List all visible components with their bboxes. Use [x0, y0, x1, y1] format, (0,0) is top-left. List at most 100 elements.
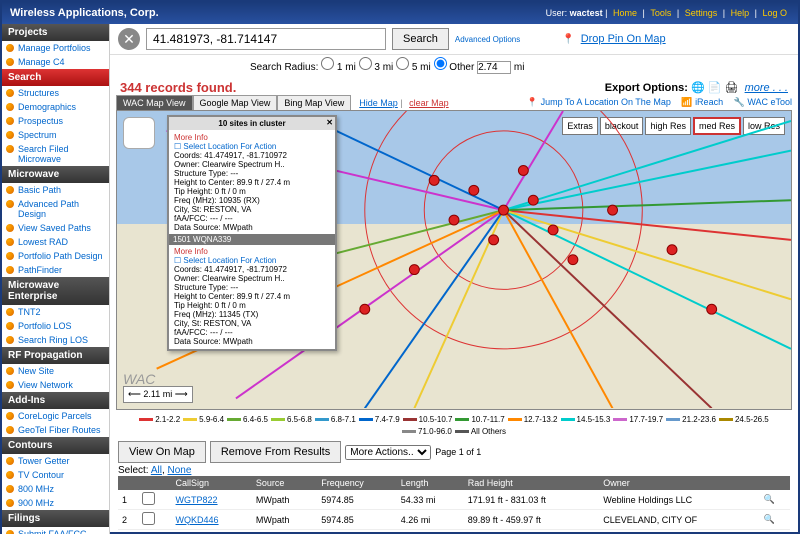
- export-more-link[interactable]: more . . .: [745, 82, 788, 94]
- col-header[interactable]: [118, 476, 138, 490]
- ireach-link[interactable]: 📶 iReach: [681, 97, 723, 107]
- export-icon[interactable]: 🌐: [691, 82, 705, 94]
- records-found: 344 records found.: [120, 80, 236, 95]
- sidebar-item[interactable]: New Site: [2, 364, 109, 378]
- cluster-popup: 10 sites in cluster✕ More Info ☐ Select …: [167, 115, 337, 351]
- sidebar-item[interactable]: View Network: [2, 378, 109, 392]
- radius-option[interactable]: 1 mi: [321, 62, 356, 73]
- sidebar-item[interactable]: CoreLogic Parcels: [2, 409, 109, 423]
- sidebar-item[interactable]: GeoTel Fiber Routes: [2, 423, 109, 437]
- select-none-link[interactable]: None: [168, 465, 192, 476]
- legend-item: 6.5-6.8: [271, 415, 312, 424]
- row-checkbox[interactable]: [142, 492, 155, 505]
- export-icon[interactable]: 📄: [708, 82, 722, 94]
- jump-link[interactable]: 📍 Jump To A Location On The Map: [527, 97, 671, 107]
- more-info-link[interactable]: More Info: [174, 133, 330, 142]
- more-info-link[interactable]: More Info: [174, 247, 330, 256]
- legend-item: 17.7-19.7: [613, 415, 663, 424]
- sidebar-item[interactable]: PathFinder: [2, 263, 109, 277]
- hide-map-link[interactable]: Hide Map: [359, 98, 398, 108]
- drop-pin-link[interactable]: Drop Pin On Map: [581, 33, 666, 45]
- legend-item: 2.1-2.2: [139, 415, 180, 424]
- legend-item: 5.9-6.4: [183, 415, 224, 424]
- sidebar-section-header: Search: [2, 69, 109, 86]
- sidebar-item[interactable]: Advanced Path Design: [2, 197, 109, 221]
- select-location-link[interactable]: ☐ Select Location For Action: [174, 142, 330, 151]
- map-tabs: WAC Map ViewGoogle Map ViewBing Map View…: [110, 97, 798, 108]
- sidebar-item[interactable]: Basic Path: [2, 183, 109, 197]
- row-checkbox[interactable]: [142, 512, 155, 525]
- col-header[interactable]: CallSign: [172, 476, 252, 490]
- sidebar-item[interactable]: Structures: [2, 86, 109, 100]
- callsign-link[interactable]: WGTP822: [176, 495, 218, 505]
- sidebar-item[interactable]: Tower Getter: [2, 454, 109, 468]
- sidebar-section-header: RF Propagation: [2, 347, 109, 364]
- callsign-link[interactable]: WQKD446: [176, 515, 219, 525]
- sidebar-item[interactable]: View Saved Paths: [2, 221, 109, 235]
- sidebar-item[interactable]: Prospectus: [2, 114, 109, 128]
- map-tab[interactable]: Bing Map View: [277, 95, 351, 111]
- search-button[interactable]: Search: [392, 28, 449, 50]
- sidebar-item[interactable]: 800 MHz: [2, 482, 109, 496]
- col-header[interactable]: Length: [397, 476, 464, 490]
- radius-other-input[interactable]: [477, 61, 511, 74]
- sidebar-item[interactable]: Portfolio LOS: [2, 319, 109, 333]
- clear-map-link[interactable]: clear Map: [409, 98, 449, 108]
- header-link[interactable]: Settings: [685, 8, 718, 18]
- sidebar-item[interactable]: TV Contour: [2, 468, 109, 482]
- select-location-link[interactable]: ☐ Select Location For Action: [174, 256, 330, 265]
- legend-item: 71.0-96.0: [402, 427, 452, 436]
- col-header[interactable]: [138, 476, 171, 490]
- advanced-options-link[interactable]: Advanced Options: [455, 35, 520, 44]
- pin-icon: 📍: [562, 34, 574, 45]
- sidebar-item[interactable]: Portfolio Path Design: [2, 249, 109, 263]
- sidebar-item[interactable]: Lowest RAD: [2, 235, 109, 249]
- header-link[interactable]: Tools: [650, 8, 671, 18]
- sidebar-item[interactable]: Manage Portfolios: [2, 41, 109, 55]
- map-links: 📍 Jump To A Location On The Map 📶 iReach…: [519, 97, 792, 108]
- select-all-link[interactable]: All: [151, 465, 162, 476]
- coords-input[interactable]: [146, 28, 386, 50]
- sidebar-item[interactable]: Submit FAA/FCC: [2, 527, 109, 534]
- radius-option[interactable]: 5 mi: [396, 62, 431, 73]
- sidebar-item[interactable]: Demographics: [2, 100, 109, 114]
- header-link[interactable]: Help: [731, 8, 750, 18]
- sidebar-section-header: Contours: [2, 437, 109, 454]
- map-tab[interactable]: WAC Map View: [116, 95, 193, 111]
- col-header[interactable]: Source: [252, 476, 317, 490]
- etool-link[interactable]: 🔧 WAC eTool: [734, 97, 792, 107]
- close-icon[interactable]: ✕: [326, 118, 333, 127]
- radius-option[interactable]: Other: [434, 62, 475, 73]
- legend-item: 7.4-7.9: [359, 415, 400, 424]
- sidebar-section-header: Microwave: [2, 166, 109, 183]
- remove-results-button[interactable]: Remove From Results: [210, 441, 341, 463]
- sidebar-item[interactable]: Search Ring LOS: [2, 333, 109, 347]
- map-watermark: WAC: [123, 371, 155, 387]
- radius-option[interactable]: 3 mi: [359, 62, 394, 73]
- magnify-icon[interactable]: 🔍: [760, 490, 790, 510]
- col-header[interactable]: [760, 476, 790, 490]
- table-row[interactable]: 2WQKD446MWpath5974.854.26 mi89.89 ft - 4…: [118, 510, 790, 530]
- header-link[interactable]: Log O: [762, 8, 787, 18]
- radius-row: Search Radius: 1 mi 3 mi 5 mi Other mi: [110, 55, 798, 78]
- view-on-map-button[interactable]: View On Map: [118, 441, 206, 463]
- map[interactable]: Extrasblackouthigh Resmed Reslow Res: [116, 110, 792, 410]
- sidebar-section-header: Microwave Enterprise: [2, 277, 109, 305]
- export-icon[interactable]: 🖨: [725, 82, 739, 94]
- col-header[interactable]: Frequency: [317, 476, 397, 490]
- magnify-icon[interactable]: 🔍: [760, 510, 790, 530]
- header-link[interactable]: Home: [613, 8, 637, 18]
- sidebar-item[interactable]: Manage C4: [2, 55, 109, 69]
- legend: 2.1-2.25.9-6.46.4-6.56.5-6.86.8-7.17.4-7…: [110, 412, 798, 439]
- sidebar-item[interactable]: TNT2: [2, 305, 109, 319]
- map-tab[interactable]: Google Map View: [193, 95, 278, 111]
- col-header[interactable]: Rad Height: [464, 476, 600, 490]
- sidebar-item[interactable]: 900 MHz: [2, 496, 109, 510]
- table-row[interactable]: 1WGTP822MWpath5974.8554.33 mi171.91 ft -…: [118, 490, 790, 510]
- clear-icon[interactable]: ✕: [118, 28, 140, 50]
- more-actions-select[interactable]: More Actions..: [345, 445, 431, 460]
- sidebar-item[interactable]: Spectrum: [2, 128, 109, 142]
- legend-item: 24.5-26.5: [719, 415, 769, 424]
- sidebar-item[interactable]: Search Filed Microwave: [2, 142, 109, 166]
- col-header[interactable]: Owner: [599, 476, 759, 490]
